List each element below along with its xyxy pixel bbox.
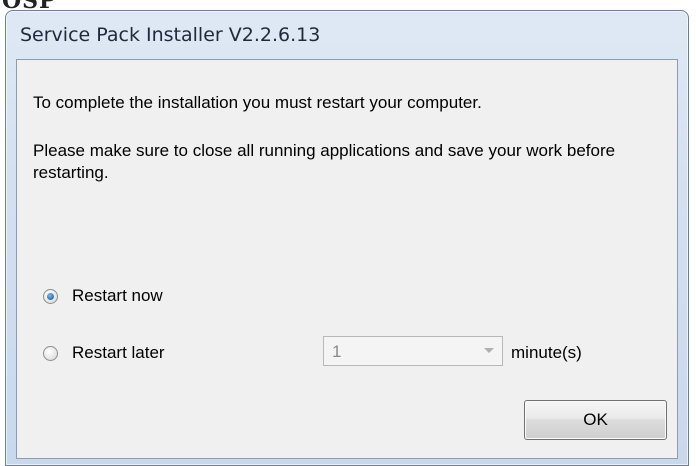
restart-later-option[interactable]: Restart later — [43, 343, 165, 363]
delay-value: 1 — [332, 342, 342, 361]
delay-unit-label: minute(s) — [511, 343, 582, 362]
restart-later-label[interactable]: Restart later — [72, 343, 165, 363]
restart-now-label[interactable]: Restart now — [72, 286, 163, 306]
title-bar[interactable]: Service Pack Installer V2.2.6.13 — [6, 11, 688, 59]
restart-now-radio[interactable] — [43, 288, 58, 304]
restart-required-message: To complete the installation you must re… — [33, 93, 482, 112]
restart-now-option[interactable]: Restart now — [43, 286, 163, 306]
dialog-content: To complete the installation you must re… — [16, 59, 678, 459]
delay-dropdown[interactable]: 1 — [323, 336, 503, 366]
chevron-down-icon[interactable] — [482, 344, 496, 358]
ok-button[interactable]: OK — [524, 400, 667, 440]
save-work-message: Please make sure to close all running ap… — [33, 141, 616, 182]
window-title: Service Pack Installer V2.2.6.13 — [20, 24, 321, 46]
installer-dialog: Service Pack Installer V2.2.6.13 To comp… — [5, 10, 689, 466]
restart-later-radio[interactable] — [43, 345, 58, 361]
screen: OSP Service Pack Installer V2.2.6.13 To … — [0, 0, 696, 466]
